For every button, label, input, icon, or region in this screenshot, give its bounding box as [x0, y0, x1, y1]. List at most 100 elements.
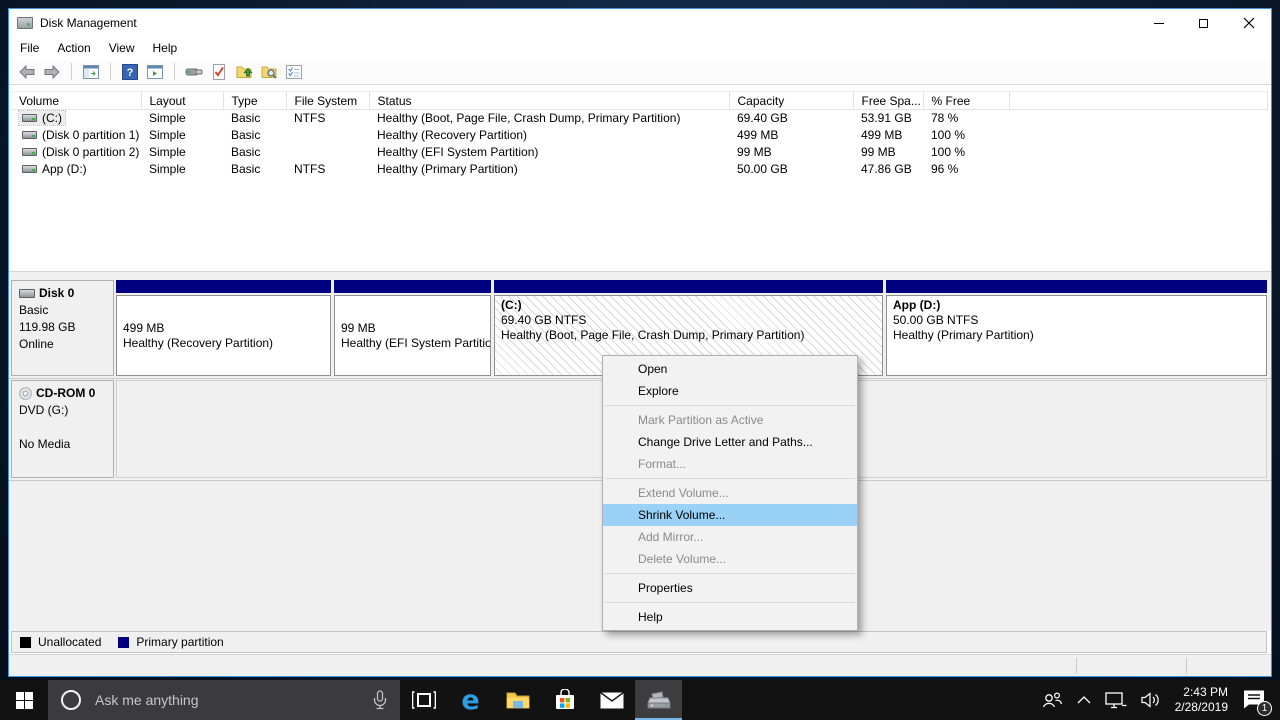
clock-time: 2:43 PM — [1175, 685, 1228, 700]
volume-partition2-label[interactable]: (Disk 0 partition 2) — [19, 145, 141, 159]
back-button[interactable] — [17, 62, 37, 82]
clock-date: 2/28/2019 — [1175, 700, 1228, 715]
mail-taskbar-button[interactable] — [588, 680, 635, 720]
partition-efi[interactable]: 99 MB Healthy (EFI System Partition) — [334, 280, 491, 376]
menu-item-open[interactable]: Open — [603, 358, 857, 380]
volume-partition1-label[interactable]: (Disk 0 partition 1) — [19, 128, 141, 142]
column-header-type[interactable]: Type — [223, 92, 286, 110]
folder-search-icon — [261, 64, 278, 79]
mail-icon — [600, 692, 624, 709]
taskbar-clock[interactable]: 2:43 PM 2/28/2019 — [1169, 685, 1234, 715]
cdrom-status: No Media — [19, 436, 106, 453]
column-header-empty — [1009, 92, 1267, 110]
notification-badge: 1 — [1257, 701, 1272, 716]
tray-overflow-button[interactable] — [1071, 680, 1097, 720]
column-header-file-system[interactable]: File System — [286, 92, 369, 110]
menu-item-explore[interactable]: Explore — [603, 380, 857, 402]
forward-button[interactable] — [42, 62, 62, 82]
menu-separator — [605, 602, 855, 603]
drive-icon — [22, 131, 37, 139]
task-view-button[interactable] — [400, 680, 447, 720]
menu-item-properties[interactable]: Properties — [603, 577, 857, 599]
action-pane-icon — [147, 65, 163, 79]
maximize-button[interactable] — [1181, 9, 1226, 37]
volume-button[interactable] — [1135, 680, 1167, 720]
maximize-icon — [1199, 19, 1208, 28]
column-header-pct-free[interactable]: % Free — [923, 92, 1009, 110]
open-folder-button[interactable] — [234, 62, 254, 82]
column-header-status[interactable]: Status — [369, 92, 729, 110]
menu-item-help[interactable]: Help — [603, 606, 857, 628]
people-icon — [1041, 691, 1063, 709]
close-button[interactable] — [1226, 9, 1271, 37]
column-header-free-space[interactable]: Free Spa... — [853, 92, 923, 110]
minimize-button[interactable] — [1136, 9, 1181, 37]
store-icon — [554, 689, 576, 711]
search-input[interactable] — [95, 692, 373, 708]
primary-partition-swatch — [118, 637, 129, 648]
partition-color-band — [334, 280, 491, 293]
task-list-button[interactable] — [284, 62, 304, 82]
disk0-label-box[interactable]: Disk 0 Basic 119.98 GB Online — [11, 280, 114, 376]
table-row[interactable]: (Disk 0 partition 1) Simple Basic Health… — [11, 127, 1267, 144]
chevron-up-icon — [1077, 696, 1091, 704]
cortana-search-box[interactable] — [48, 680, 400, 720]
partition-d[interactable]: App (D:) 50.00 GB NTFS Healthy (Primary … — [886, 280, 1267, 376]
volume-d-label[interactable]: App (D:) — [19, 162, 90, 176]
disk-management-taskbar-icon — [647, 690, 671, 710]
window-controls — [1136, 9, 1271, 37]
device-properties-button[interactable] — [184, 62, 204, 82]
disk0-size: 119.98 GB — [19, 319, 106, 336]
menu-item-mark-partition-active: Mark Partition as Active — [603, 409, 857, 431]
edge-taskbar-button[interactable]: e — [447, 680, 494, 720]
partition-recovery[interactable]: 499 MB Healthy (Recovery Partition) — [116, 280, 331, 376]
network-icon — [1105, 692, 1127, 709]
context-menu: Open Explore Mark Partition as Active Ch… — [602, 355, 858, 631]
task-view-icon — [412, 691, 436, 709]
cdrom-icon — [19, 387, 32, 400]
menu-item-add-mirror: Add Mirror... — [603, 526, 857, 548]
microphone-icon[interactable] — [373, 690, 387, 710]
store-taskbar-button[interactable] — [541, 680, 588, 720]
unallocated-swatch — [20, 637, 31, 648]
search-folder-button[interactable] — [259, 62, 279, 82]
disk0-kind: Basic — [19, 302, 106, 319]
menu-action[interactable]: Action — [48, 37, 99, 59]
console-tree-icon — [83, 65, 99, 79]
check-disk-button[interactable] — [209, 62, 229, 82]
cdrom-label-box[interactable]: CD-ROM 0 DVD (G:) No Media — [11, 380, 114, 478]
title-bar: Disk Management — [9, 9, 1271, 37]
start-button[interactable] — [0, 680, 48, 720]
volume-table: Volume Layout Type File System Status Ca… — [11, 91, 1268, 178]
show-console-tree-button[interactable] — [81, 62, 101, 82]
volume-c-label[interactable]: (C:) — [19, 111, 65, 125]
menu-view[interactable]: View — [100, 37, 144, 59]
help-button[interactable]: ? — [120, 62, 140, 82]
column-header-volume[interactable]: Volume — [11, 92, 141, 110]
menu-help[interactable]: Help — [144, 37, 187, 59]
menu-bar: File Action View Help — [9, 37, 1271, 59]
window-title: Disk Management — [40, 16, 137, 30]
table-row[interactable]: App (D:) Simple Basic NTFS Healthy (Prim… — [11, 161, 1267, 178]
edge-icon: e — [461, 687, 479, 714]
network-button[interactable] — [1099, 680, 1133, 720]
table-header-row: Volume Layout Type File System Status Ca… — [11, 92, 1267, 110]
cortana-icon — [61, 690, 81, 710]
people-button[interactable] — [1035, 680, 1069, 720]
action-center-button[interactable]: 1 — [1236, 680, 1276, 720]
legend-bar: Unallocated Primary partition — [11, 631, 1267, 653]
column-header-layout[interactable]: Layout — [141, 92, 223, 110]
svg-text:?: ? — [127, 67, 134, 79]
menu-item-shrink-volume[interactable]: Shrink Volume... — [603, 504, 857, 526]
status-bar — [9, 654, 1271, 676]
file-explorer-taskbar-button[interactable] — [494, 680, 541, 720]
table-row[interactable]: (C:) Simple Basic NTFS Healthy (Boot, Pa… — [11, 110, 1267, 127]
table-row[interactable]: (Disk 0 partition 2) Simple Basic Health… — [11, 144, 1267, 161]
column-header-capacity[interactable]: Capacity — [729, 92, 853, 110]
file-explorer-icon — [506, 690, 530, 710]
disk-management-taskbar-button[interactable] — [635, 680, 682, 720]
show-action-pane-button[interactable] — [145, 62, 165, 82]
menu-file[interactable]: File — [11, 37, 48, 59]
menu-item-change-drive-letter[interactable]: Change Drive Letter and Paths... — [603, 431, 857, 453]
minimize-icon — [1154, 23, 1164, 24]
